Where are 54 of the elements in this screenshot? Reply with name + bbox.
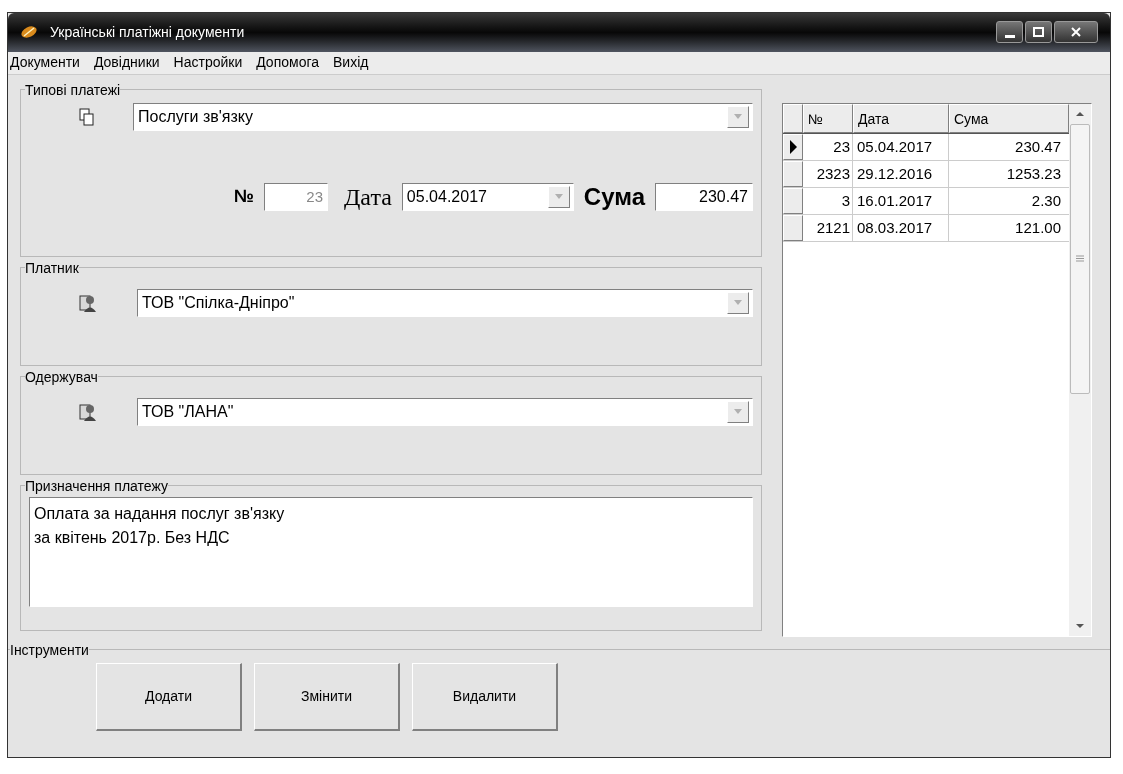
- group-label: Платник: [25, 260, 79, 275]
- app-icon: [20, 24, 38, 41]
- action-button[interactable]: Видалити: [412, 662, 558, 731]
- table-cell-text: 1253.23: [1005, 163, 1062, 184]
- table-cell: 05.04.2017: [853, 133, 949, 160]
- row-indicator[interactable]: [783, 133, 803, 160]
- minimize-button[interactable]: [996, 21, 1023, 44]
- maximize-icon: [1033, 27, 1044, 38]
- purpose-text-area[interactable]: Оплата за надання послуг зв'язку за квітень 2017р. Без НДС: [29, 496, 753, 607]
- table-cell: 3: [803, 187, 853, 214]
- recipient-combobox[interactable]: ТОВ "ЛАНА": [137, 397, 753, 426]
- close-button[interactable]: [1054, 21, 1098, 44]
- group-label: Одержувач: [25, 369, 98, 384]
- minimize-icon: [1004, 35, 1015, 39]
- table-cell-text: 121.00: [1014, 217, 1062, 238]
- table-cell: 23: [803, 133, 853, 160]
- action-button[interactable]: Змінити: [254, 662, 400, 731]
- date-label: Дата: [344, 182, 392, 212]
- menu-item[interactable]: Настройки: [173, 52, 243, 74]
- table-cell: 2323: [803, 160, 853, 187]
- column-header[interactable]: №: [803, 103, 853, 133]
- maximize-button[interactable]: [1025, 21, 1052, 44]
- table-cell: 16.01.2017: [853, 187, 949, 214]
- payment-type-combobox[interactable]: Послуги зв'язку: [133, 102, 753, 131]
- table-cell: 29.12.2016: [853, 160, 949, 187]
- sum-field[interactable]: 230.47: [655, 182, 753, 211]
- number-label: №: [233, 185, 254, 209]
- table-cell-text: 230.47: [1014, 136, 1062, 157]
- current-row-icon: [789, 139, 797, 154]
- menu-item[interactable]: Вихід: [333, 52, 369, 74]
- table-cell: 2121: [803, 214, 853, 241]
- group-label: Типові платежі: [25, 82, 121, 97]
- column-header[interactable]: Дата: [853, 103, 949, 133]
- payer-combobox[interactable]: ТОВ "Спілка-Дніпро": [137, 288, 753, 317]
- date-combobox[interactable]: 05.04.2017: [401, 182, 574, 211]
- window-title: Українські платіжні документи: [50, 22, 246, 42]
- menu-item[interactable]: Довідники: [93, 52, 160, 74]
- grip-icon: [1076, 255, 1084, 263]
- group-label: Інструменти: [10, 642, 89, 657]
- people-icon: [79, 292, 97, 313]
- table-cell-text: 2.30: [1030, 190, 1062, 211]
- vertical-scrollbar[interactable]: [1069, 103, 1091, 636]
- action-button[interactable]: Додати: [96, 662, 242, 731]
- people-icon: [79, 401, 97, 422]
- sum-label: Сума: [583, 181, 645, 212]
- menu-item[interactable]: Документи: [10, 52, 80, 74]
- column-header[interactable]: Сума: [949, 103, 1069, 133]
- menu-item[interactable]: Допомога: [256, 52, 320, 74]
- group-label: Призначення платежу: [25, 478, 168, 493]
- scrollbar-thumb[interactable]: [1070, 123, 1090, 394]
- table-cell: 08.03.2017: [853, 214, 949, 241]
- number-field[interactable]: 23: [264, 182, 328, 211]
- documents-icon: [79, 107, 95, 126]
- close-icon: [1071, 27, 1081, 38]
